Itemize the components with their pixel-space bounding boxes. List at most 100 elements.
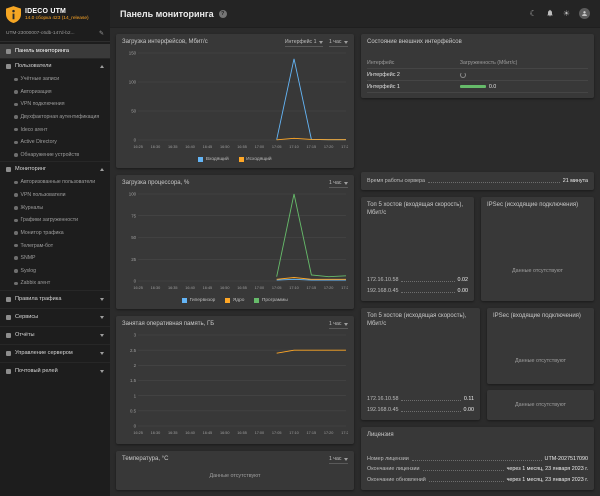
sidebar-section-label: Сервисы <box>15 314 38 320</box>
sidebar-section-users[interactable]: Пользователи <box>0 58 110 73</box>
period-select[interactable]: 1 час <box>329 180 348 188</box>
sidebar-item-label: Zabbix агент <box>21 280 51 286</box>
dashboard-content: Загрузка интерфейсов, Мбит/с Интерфейс 1… <box>110 28 600 496</box>
sidebar-section-server-management[interactable]: Управление сервером <box>0 344 110 362</box>
legend-swatch <box>239 157 244 162</box>
license-field-value: через 1 месяц, 23 января 2023 г. <box>507 466 588 472</box>
svg-text:16:35: 16:35 <box>168 286 178 290</box>
topbar: Панель мониторинга ? ☾ ☀ <box>110 0 600 28</box>
chevron-down-icon <box>100 352 104 355</box>
sidebar-section-monitoring[interactable]: Мониторинг <box>0 161 110 176</box>
svg-text:17:15: 17:15 <box>307 431 317 435</box>
app-title: IDECO UTM <box>25 8 89 15</box>
period-select[interactable]: 1 час <box>329 39 348 47</box>
svg-text:17:00: 17:00 <box>255 145 265 149</box>
sidebar-item-label: Обнаружение устройств <box>21 152 80 158</box>
interface-select-value: Интерфейс 1 <box>285 39 317 45</box>
sidebar-item-dashboard[interactable]: Панель мониторинга <box>0 44 110 58</box>
dotted-leader <box>401 400 460 401</box>
traffic-monitor-icon <box>14 231 18 235</box>
card-cpu-chart: Загрузка процессора, % 1 час 02550751001… <box>116 175 354 309</box>
load-graphs-icon <box>14 219 18 223</box>
sidebar-section-services[interactable]: Сервисы <box>0 308 110 326</box>
period-select-value: 1 час <box>329 39 342 45</box>
period-select[interactable]: 1 час <box>329 456 348 464</box>
host-speed: 0.02 <box>458 277 469 283</box>
dotted-leader <box>428 182 560 183</box>
period-select[interactable]: 1 час <box>329 321 348 329</box>
sidebar-section-label: Управление сервером <box>15 350 73 356</box>
user-avatar[interactable] <box>579 8 590 19</box>
sidebar-item-label: Учётные записи <box>21 76 60 82</box>
sidebar-item-zabbix-agent[interactable]: Zabbix агент <box>0 277 110 290</box>
sidebar-item-authorization[interactable]: Авторизация <box>0 86 110 99</box>
legend-item: Ядро <box>225 298 244 303</box>
widgets-column: Состояние внешних интерфейсов Интерфейс … <box>361 34 594 490</box>
dotted-leader <box>401 292 454 293</box>
top-hosts-rows: 172.16.10.580.11192.168.0.450.00 <box>367 394 474 415</box>
edit-icon[interactable]: ✎ <box>99 30 104 37</box>
sidebar-item-label: Active Directory <box>21 139 57 145</box>
help-icon[interactable]: ? <box>219 10 227 18</box>
sidebar-section-reports[interactable]: Отчёты <box>0 326 110 344</box>
zabbix-agent-icon <box>14 282 18 286</box>
svg-text:50: 50 <box>131 235 136 240</box>
card-title: Топ 5 хостов (входящая скорость), Мбит/с <box>367 202 468 272</box>
card-title: Состояние внешних интерфейсов <box>367 39 588 57</box>
interface-row: Интерфейс 10.0 <box>367 81 588 93</box>
sidebar-item-vpn-connections[interactable]: VPN подключения <box>0 98 110 111</box>
brightness-icon[interactable]: ☀ <box>563 10 570 18</box>
sidebar-section-label: Пользователи <box>15 63 52 69</box>
sidebar-item-load-graphs[interactable]: Графики загруженности <box>0 214 110 227</box>
sidebar-item-device-discovery[interactable]: Обнаружение устройств <box>0 149 110 162</box>
server-id: UTM-23000007-c6db-147d-b2... <box>6 31 75 36</box>
server-id-row[interactable]: UTM-23000007-c6db-147d-b2... ✎ <box>0 27 110 42</box>
sidebar-item-traffic-monitor[interactable]: Монитор трафика <box>0 227 110 240</box>
svg-text:17:20: 17:20 <box>324 145 334 149</box>
svg-text:17:25: 17:25 <box>341 431 348 435</box>
svg-text:2: 2 <box>134 363 137 368</box>
dotted-leader <box>401 281 454 282</box>
svg-text:17:10: 17:10 <box>289 431 299 435</box>
sidebar-item-active-directory[interactable]: Active Directory <box>0 136 110 149</box>
empty-state: Данные отсутствуют <box>493 343 588 379</box>
svg-text:16:55: 16:55 <box>237 431 247 435</box>
svg-text:16:50: 16:50 <box>220 431 230 435</box>
sidebar-item-telegram-bot[interactable]: Телеграм-бот <box>0 239 110 252</box>
sidebar-item-two-factor-auth[interactable]: Двухфакторная аутентификация <box>0 111 110 124</box>
empty-state: Данные отсутствуют <box>122 466 348 485</box>
users-icon <box>6 64 11 69</box>
sidebar-item-snmp[interactable]: SNMP <box>0 252 110 265</box>
sidebar-item-ideco-agent[interactable]: Ideco агент <box>0 123 110 136</box>
vpn-connections-icon <box>14 103 18 107</box>
theme-icon[interactable]: ☾ <box>530 10 537 18</box>
svg-text:17:15: 17:15 <box>307 145 317 149</box>
interface-select[interactable]: Интерфейс 1 <box>285 39 323 47</box>
notifications-icon[interactable] <box>546 9 554 19</box>
sidebar-item-logs[interactable]: Журналы <box>0 201 110 214</box>
chevron-down-icon <box>344 458 348 461</box>
column-interface: Интерфейс <box>367 60 460 66</box>
sidebar-section-label: Правила трафика <box>15 296 61 302</box>
sidebar-item-vpn-users[interactable]: VPN пользователи <box>0 189 110 202</box>
svg-text:150: 150 <box>129 51 137 56</box>
chevron-down-icon <box>344 323 348 326</box>
card-head: Занятая оперативная память, ГБ 1 час <box>122 321 348 329</box>
svg-text:16:50: 16:50 <box>220 145 230 149</box>
cpu-chart-legend: ГипервизорЯдроПрограммы <box>122 297 348 304</box>
svg-text:16:30: 16:30 <box>151 286 161 290</box>
svg-text:16:35: 16:35 <box>168 145 178 149</box>
sidebar-section-mail-relay[interactable]: Почтовый релей <box>0 362 110 380</box>
chart-svg: 00.511.522.5316:2516:3016:3516:4016:4516… <box>122 331 348 437</box>
svg-text:17:25: 17:25 <box>341 286 348 290</box>
sidebar-item-authorized-users[interactable]: Авторизованные пользователи <box>0 176 110 189</box>
sidebar-item-syslog[interactable]: Syslog <box>0 265 110 278</box>
dotted-leader <box>423 470 504 471</box>
sidebar-item-label: Монитор трафика <box>21 230 64 236</box>
host-ip: 192.168.0.45 <box>367 407 398 413</box>
sidebar-item-accounts[interactable]: Учётные записи <box>0 73 110 86</box>
sidebar-section-traffic-rules[interactable]: Правила трафика <box>0 290 110 308</box>
legend-item: Входящий <box>198 157 228 162</box>
memory-chart: 00.511.522.5316:2516:3016:3516:4016:4516… <box>122 331 348 439</box>
svg-text:16:40: 16:40 <box>185 145 195 149</box>
